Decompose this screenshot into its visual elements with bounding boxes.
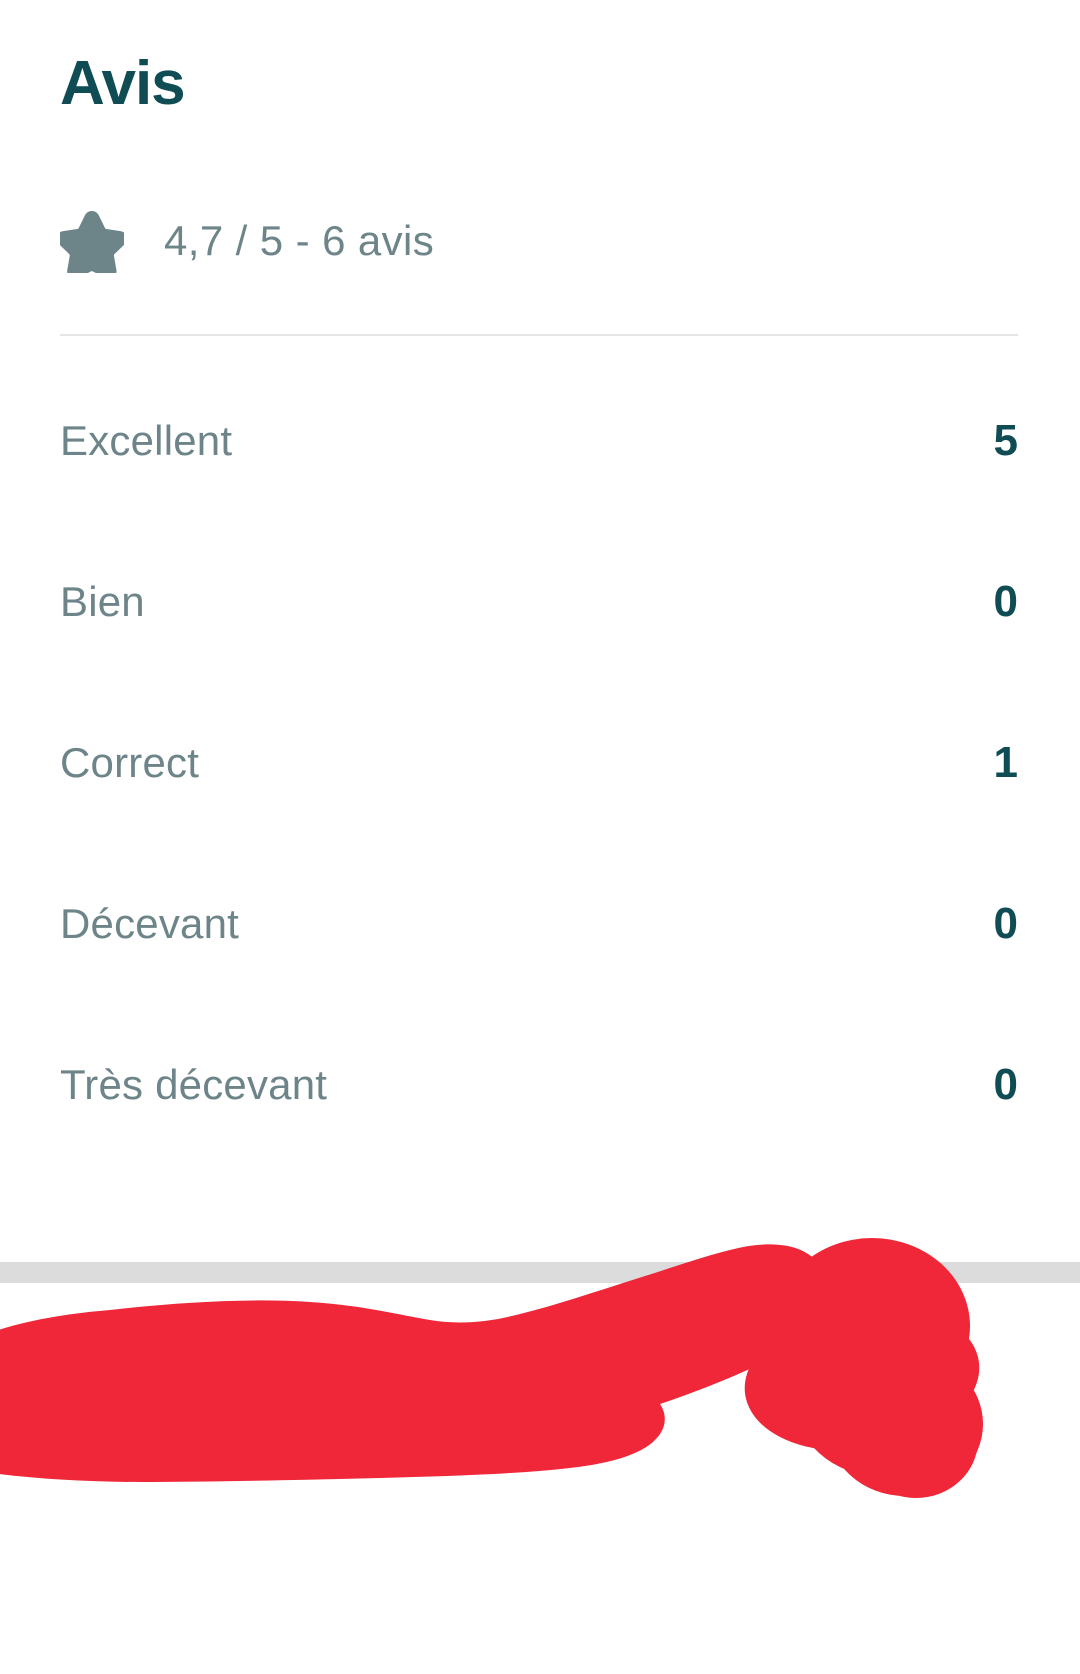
rating-summary: 4,7 / 5 - 6 avis [56,205,435,279]
breakdown-label: Très décevant [60,1060,328,1108]
star-icon [56,209,127,279]
breakdown-label: Correct [60,738,200,786]
breakdown-row-tres-decevant: Très décevant 0 [0,1004,1080,1165]
review-item: Correct Passagers ponctuels et discrets. [0,1283,1080,1674]
rating-summary-text: 4,7 / 5 - 6 avis [164,217,435,264]
breakdown-row-excellent: Excellent 5 [0,360,1080,521]
breakdown-row-decevant: Décevant 0 [0,843,1080,1004]
ratings-breakdown-list: Excellent 5 Bien 0 Correct 1 Décevant 0 … [0,360,1080,1165]
breakdown-label: Décevant [60,899,240,947]
breakdown-row-bien: Bien 0 [0,521,1080,682]
breakdown-count: 1 [993,737,1018,787]
page-title: Avis [60,48,186,118]
section-separator [0,1262,1080,1283]
breakdown-count: 0 [993,898,1018,948]
breakdown-label: Bien [60,577,145,625]
breakdown-count: 0 [993,576,1018,626]
divider [60,334,1018,336]
breakdown-count: 0 [993,1059,1018,1109]
breakdown-count: 5 [993,415,1018,465]
reviews-screen: Avis 4,7 / 5 - 6 avis Excellent 5 Bien 0… [0,0,1080,1674]
reviews-summary-card: Avis 4,7 / 5 - 6 avis Excellent 5 Bien 0… [0,0,1080,1262]
breakdown-label: Excellent [60,416,233,464]
breakdown-row-correct: Correct 1 [0,682,1080,843]
